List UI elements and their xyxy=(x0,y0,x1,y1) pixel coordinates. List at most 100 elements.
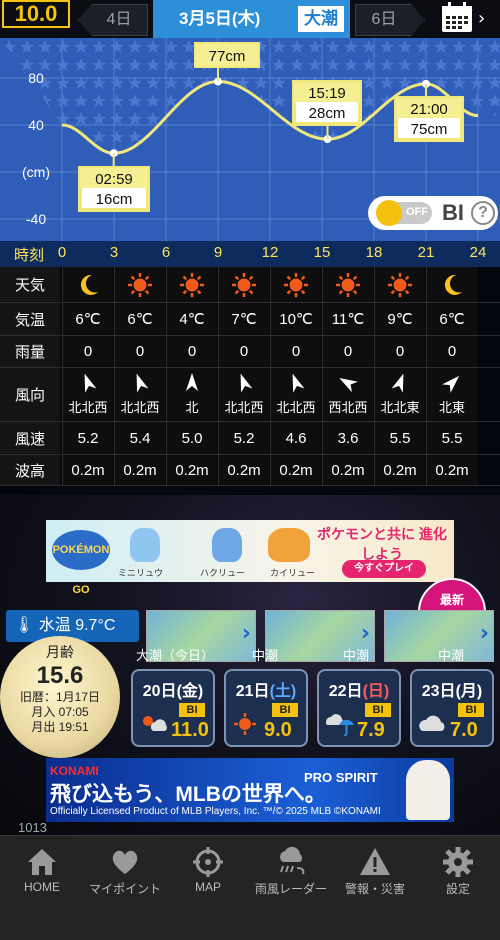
moonset-time: 月出 19:51 xyxy=(31,720,89,734)
rain-wind-icon xyxy=(280,846,305,875)
forecast-date: 20日(金) xyxy=(133,677,213,701)
weather-row: 風向 北北西 北北西北北北西 北北西 西北西 北北東 北東 xyxy=(0,368,500,422)
wind-speed-cell: 5.5 xyxy=(426,422,477,454)
nav-my-point[interactable]: マイポイント xyxy=(83,836,167,940)
bi-tag: BI xyxy=(458,703,484,717)
tide-tile-label: 中潮 xyxy=(343,648,370,663)
forecast-day: 23日 xyxy=(421,683,456,700)
forecast-day-card[interactable]: 22日(日) BI 7.9 xyxy=(317,669,401,747)
current-date-tab: 3月5日(木) 大潮 xyxy=(153,0,350,38)
ad-headline: 飛び込もう、MLBの世界へ。 xyxy=(50,783,326,806)
forecast-day-card[interactable]: 23日(月) BI 7.0 xyxy=(410,669,494,747)
weather-table: 天気 気温 6℃ 6℃ 4℃ 7℃ 10℃ 11℃ 9℃ 6℃ 雨量 0 0 0 0 0 0 0 0 風向 北北西 北北西… xyxy=(0,267,500,486)
wind-direction-cell: 北北西 xyxy=(270,368,321,421)
forecast-date: 22日(日) xyxy=(319,677,399,701)
nav-settings[interactable]: 設定 xyxy=(416,836,500,940)
moon-age-widget: 月齢 15.6 旧暦：1月17日 月入 07:05 月出 19:51 xyxy=(0,636,120,758)
rain-cell: 0 xyxy=(322,336,373,367)
water-temp-value: 水温 9.7°C xyxy=(38,617,116,634)
nav-label: 雨風レーダー xyxy=(254,882,327,896)
rain-cell: 0 xyxy=(62,336,113,367)
nav-label: HOME xyxy=(24,880,60,894)
nav-map[interactable]: MAP xyxy=(166,836,250,940)
help-icon[interactable]: ? xyxy=(471,201,495,225)
moonrise-time: 月入 07:05 xyxy=(31,705,89,719)
next-day-tab[interactable]: 6日 xyxy=(355,4,425,36)
sun-icon xyxy=(166,267,217,302)
y-tick-label: 40 xyxy=(28,117,44,133)
wave-height-cell: 0.2m xyxy=(218,455,269,485)
bi-tag: BI xyxy=(365,703,391,717)
wind-speed-cell: 5.4 xyxy=(114,422,165,454)
bi-tag: BI xyxy=(179,703,205,717)
callout-height: 28cm xyxy=(309,105,346,122)
weather-row: 気温 6℃ 6℃ 4℃ 7℃ 10℃ 11℃ 9℃ 6℃ xyxy=(0,303,500,336)
hour-tick: 0 xyxy=(57,244,67,261)
cloud-umbrella-icon xyxy=(325,711,354,737)
forecast-weekday: (月) xyxy=(455,683,483,700)
wave-height-cell: 0.2m xyxy=(62,455,113,485)
bi-value: 7.0 xyxy=(450,719,478,741)
forecast-day: 21日 xyxy=(235,683,270,700)
calendar-icon[interactable] xyxy=(440,2,474,34)
dratini-image xyxy=(130,528,160,562)
wind-speed-cell: 3.6 xyxy=(322,422,373,454)
weather-row-label: 気温 xyxy=(0,303,60,335)
wind-direction-cell: 北北西 xyxy=(62,368,113,421)
konami-logo: KONAMI xyxy=(50,764,99,778)
forecast-weekday: (日) xyxy=(362,683,390,700)
thermometer-icon: 🌡 xyxy=(14,617,35,634)
wind-speed-cell: 5.0 xyxy=(166,422,217,454)
wind-direction-cell: 北北西 xyxy=(218,368,269,421)
ad-caption: カイリュー xyxy=(270,568,316,578)
weather-row: 風速 5.2 5.4 5.0 5.2 4.6 3.6 5.5 5.5 xyxy=(0,422,500,455)
current-date: 3月5日(木) xyxy=(179,9,261,28)
moon-age-label: 月齢 xyxy=(46,644,74,660)
temperature-cell: 9℃ xyxy=(374,303,425,335)
nav-warnings[interactable]: 警報・災害 xyxy=(333,836,417,940)
tide-chart: 80 40 (cm) -40 02:59 16cm 77cm 15:19 28cm 21:00 75… xyxy=(0,38,500,241)
forecast-date: 21日(土) xyxy=(226,677,306,701)
switch-knob xyxy=(376,200,402,226)
tide-tile-label: 中潮 xyxy=(438,648,465,663)
sun-icon xyxy=(218,267,269,302)
forecast-weekday: (金) xyxy=(176,683,204,700)
forecast-day-card[interactable]: 20日(金) BI 11.0 xyxy=(131,669,215,747)
wave-height-cell: 0.2m xyxy=(166,455,217,485)
bi-label: BI xyxy=(442,200,464,225)
prev-day-tab[interactable]: 4日 xyxy=(78,4,148,36)
hour-tick: 15 xyxy=(313,244,331,261)
nav-home[interactable]: HOME xyxy=(0,836,84,940)
weather-row-label: 雨量 xyxy=(0,336,60,367)
tide-tile-label: 中潮 xyxy=(252,648,279,663)
dragonite-image xyxy=(268,528,310,562)
temperature-cell: 6℃ xyxy=(426,303,477,335)
callout-height: 16cm xyxy=(96,191,133,208)
bi-tag: BI xyxy=(272,703,298,717)
temperature-cell: 6℃ xyxy=(114,303,165,335)
next-arrow-icon[interactable]: › xyxy=(478,8,485,29)
rain-cell: 0 xyxy=(218,336,269,367)
nav-label: 警報・災害 xyxy=(344,882,405,896)
forecast-day-card[interactable]: 21日(土) BI 9.0 xyxy=(224,669,308,747)
callout-time: 02:59 xyxy=(95,171,133,188)
wave-height-cell: 0.2m xyxy=(322,455,373,485)
weather-row-label: 天気 xyxy=(0,267,60,302)
bi-toggle[interactable]: OFF BI ? xyxy=(368,196,498,230)
temperature-cell: 7℃ xyxy=(218,303,269,335)
mlb-pro-spirit-ad[interactable]: KONAMI 飛び込もう、MLBの世界へ。 PRO SPIRIT Officia… xyxy=(46,758,454,822)
pro-spirit-logo: PRO SPIRIT xyxy=(304,770,378,785)
sun-icon xyxy=(232,711,260,737)
wind-direction-cell: 北 xyxy=(166,368,217,421)
rain-cell: 0 xyxy=(426,336,477,367)
pokemon-go-ad[interactable]: POKÉMON GO ミニリュウ ハクリュー カイリュー ポケモンと共に 進化し… xyxy=(46,520,454,596)
weather-row: 波高 0.2m 0.2m 0.2m 0.2m 0.2m 0.2m 0.2m 0.2m xyxy=(0,455,500,486)
ad-caption: ハクリュー xyxy=(200,568,246,578)
weather-row-label: 波高 xyxy=(0,455,60,485)
ad-fineprint: Officially Licensed Product of MLB Playe… xyxy=(50,806,381,817)
nav-rain-radar[interactable]: 雨風レーダー xyxy=(249,836,333,940)
play-now-button[interactable]: 今すぐプレイ xyxy=(342,560,426,578)
tide-type-badge: 大潮 xyxy=(298,6,344,32)
chevron-right-icon: › xyxy=(360,621,370,646)
bi-switch[interactable]: OFF xyxy=(376,200,432,226)
